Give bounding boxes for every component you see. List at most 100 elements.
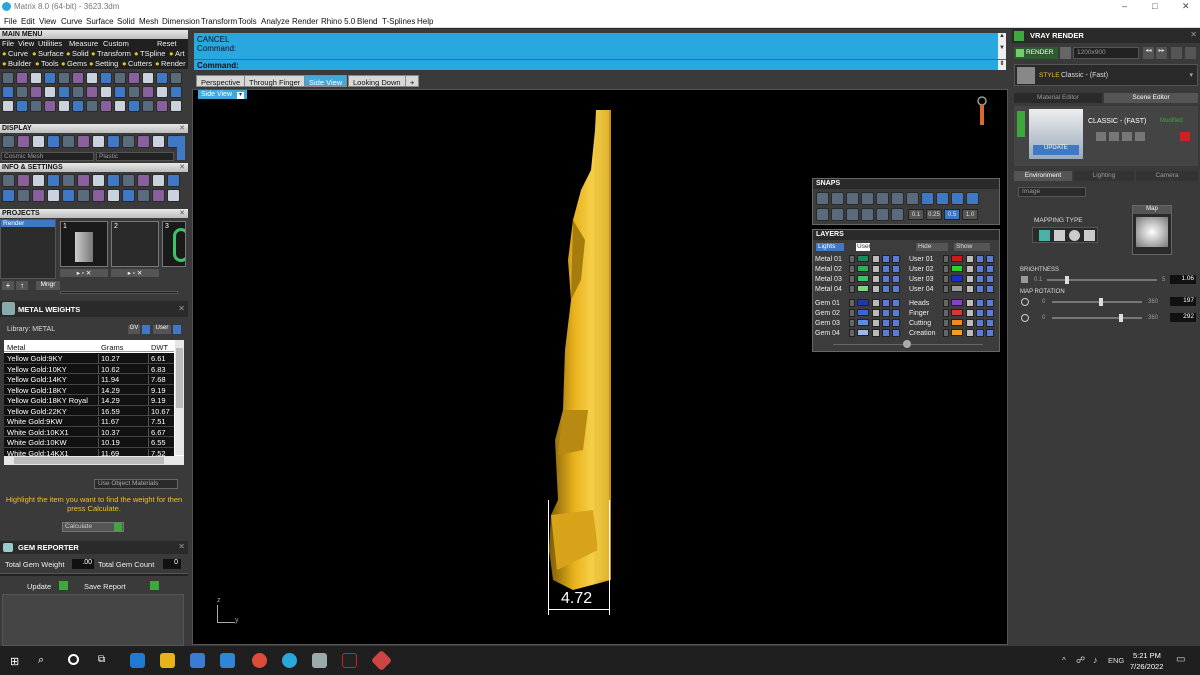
lock-icon[interactable]: [872, 285, 880, 293]
lock-icon[interactable]: [966, 275, 974, 283]
modeling-tool-icon[interactable]: [156, 86, 168, 98]
snap-tool-icon[interactable]: [921, 192, 934, 205]
layer-name[interactable]: User 02: [909, 265, 943, 274]
render-button[interactable]: RENDER: [1014, 47, 1058, 59]
layer-arrow-icon[interactable]: [849, 285, 855, 293]
mm-reset[interactable]: Reset: [157, 39, 177, 49]
visibility-icon[interactable]: [976, 265, 984, 273]
app-icon-red[interactable]: [342, 653, 357, 668]
layers-collapse-button[interactable]: [903, 340, 911, 348]
preset-update-button[interactable]: UPDATE: [1033, 145, 1079, 155]
rhino-icon[interactable]: [312, 653, 327, 668]
modeling-tool-icon[interactable]: [86, 100, 98, 112]
layer-arrow-icon[interactable]: [943, 319, 949, 327]
layer-toggle[interactable]: [986, 329, 994, 337]
info-tool-icon[interactable]: [2, 174, 15, 187]
layer-name[interactable]: Gem 01: [815, 299, 849, 308]
layer-toggle[interactable]: [892, 319, 900, 327]
modeling-tool-icon[interactable]: [30, 72, 42, 84]
menu-file[interactable]: File: [4, 17, 17, 26]
visibility-icon[interactable]: [882, 309, 890, 317]
table-row[interactable]: White Gold:9KW 11.67 7.51: [4, 416, 174, 427]
layer-color-swatch[interactable]: [857, 309, 869, 316]
layer-name[interactable]: Metal 02: [815, 265, 849, 274]
lock-icon[interactable]: [966, 285, 974, 293]
snap-tool-icon[interactable]: [906, 192, 919, 205]
layer-color-swatch[interactable]: [951, 265, 963, 272]
mm-solid[interactable]: Solid: [72, 49, 89, 59]
notifications-icon[interactable]: ▭: [1176, 654, 1185, 665]
info-tool-icon[interactable]: [92, 189, 105, 202]
layer-toggle[interactable]: [892, 329, 900, 337]
layer-arrow-icon[interactable]: [849, 265, 855, 273]
project-slot-3[interactable]: 3: [162, 221, 186, 267]
scroll-thumb[interactable]: [176, 348, 183, 408]
visibility-icon[interactable]: [976, 329, 984, 337]
modeling-tool-icon[interactable]: [100, 72, 112, 84]
layer-name[interactable]: Gem 03: [815, 319, 849, 328]
display-material-select[interactable]: Plastic: [96, 152, 174, 161]
info-tool-icon[interactable]: [152, 174, 165, 187]
ring-sizer-icon[interactable]: [975, 96, 989, 128]
rot2-value[interactable]: 292: [1170, 313, 1196, 322]
info-tool-icon[interactable]: [122, 189, 135, 202]
upload-project-button[interactable]: ↑: [16, 281, 28, 290]
modeling-tool-icon[interactable]: [72, 86, 84, 98]
brightness-value[interactable]: 1.06: [1170, 275, 1196, 284]
preset-side-tab[interactable]: [1017, 111, 1025, 137]
library-user-toggle[interactable]: [173, 325, 181, 334]
modeling-tool-icon[interactable]: [114, 86, 126, 98]
col-dwt[interactable]: DWT: [151, 343, 168, 352]
layer-color-swatch[interactable]: [951, 275, 963, 282]
rot2-track[interactable]: [1052, 317, 1142, 319]
rot1-thumb[interactable]: [1099, 298, 1103, 306]
modeling-tool-icon[interactable]: [170, 86, 182, 98]
rot1-value[interactable]: 197: [1170, 297, 1196, 306]
layer-toggle[interactable]: [892, 309, 900, 317]
table-row[interactable]: Yellow Gold:9KY 10.27 6.61: [4, 353, 174, 364]
mapping-flat-icon[interactable]: [1039, 230, 1050, 241]
add-project-button[interactable]: +: [2, 281, 14, 290]
layer-arrow-icon[interactable]: [849, 319, 855, 327]
project-slot-2[interactable]: 2: [111, 221, 159, 267]
layer-color-swatch[interactable]: [857, 319, 869, 326]
table-vscroll[interactable]: [175, 340, 184, 455]
mapping-cylinder-icon[interactable]: [1084, 230, 1095, 241]
info-tool-icon[interactable]: [107, 189, 120, 202]
visibility-icon[interactable]: [882, 265, 890, 273]
lock-icon[interactable]: [872, 275, 880, 283]
lock-icon[interactable]: [966, 309, 974, 317]
rot2-thumb[interactable]: [1119, 314, 1123, 322]
preset-icon-3[interactable]: [1122, 132, 1132, 141]
close-icon[interactable]: ✕: [179, 163, 185, 172]
scroll-thumb[interactable]: [14, 457, 164, 464]
maximize-button[interactable]: □: [1152, 1, 1157, 11]
lock-icon[interactable]: [966, 265, 974, 273]
layer-color-swatch[interactable]: [951, 329, 963, 336]
table-row[interactable]: Yellow Gold:18KY Royal 14.29 9.19: [4, 395, 174, 406]
map-preview[interactable]: Map: [1132, 205, 1172, 255]
menu-edit[interactable]: Edit: [21, 17, 35, 26]
app-icon-gem[interactable]: [370, 649, 393, 672]
menu-tsplines[interactable]: T-Splines: [382, 17, 415, 26]
snap-tool-icon[interactable]: [816, 192, 829, 205]
modeling-tool-icon[interactable]: [72, 100, 84, 112]
layer-color-swatch[interactable]: [951, 309, 963, 316]
update-button[interactable]: [59, 581, 68, 590]
modeling-tool-icon[interactable]: [30, 86, 42, 98]
modeling-tool-icon[interactable]: [72, 72, 84, 84]
menu-surface[interactable]: Surface: [86, 17, 114, 26]
visibility-icon[interactable]: [976, 319, 984, 327]
visibility-icon[interactable]: [882, 299, 890, 307]
library-gv-toggle[interactable]: [142, 325, 150, 334]
modeling-tool-icon[interactable]: [128, 100, 140, 112]
snap-tool-icon[interactable]: [876, 208, 889, 221]
slot-controls[interactable]: ▸ ▫ ✕: [60, 269, 108, 277]
snap-grid-value[interactable]: 0.5: [944, 209, 960, 220]
modeling-tool-icon[interactable]: [142, 86, 154, 98]
modeling-tool-icon[interactable]: [170, 100, 182, 112]
table-row[interactable]: White Gold:10KX1 10.37 6.67: [4, 426, 174, 437]
info-tool-icon[interactable]: [167, 174, 180, 187]
layer-name[interactable]: Finger: [909, 309, 943, 318]
mapping-sphere-icon[interactable]: [1069, 230, 1080, 241]
